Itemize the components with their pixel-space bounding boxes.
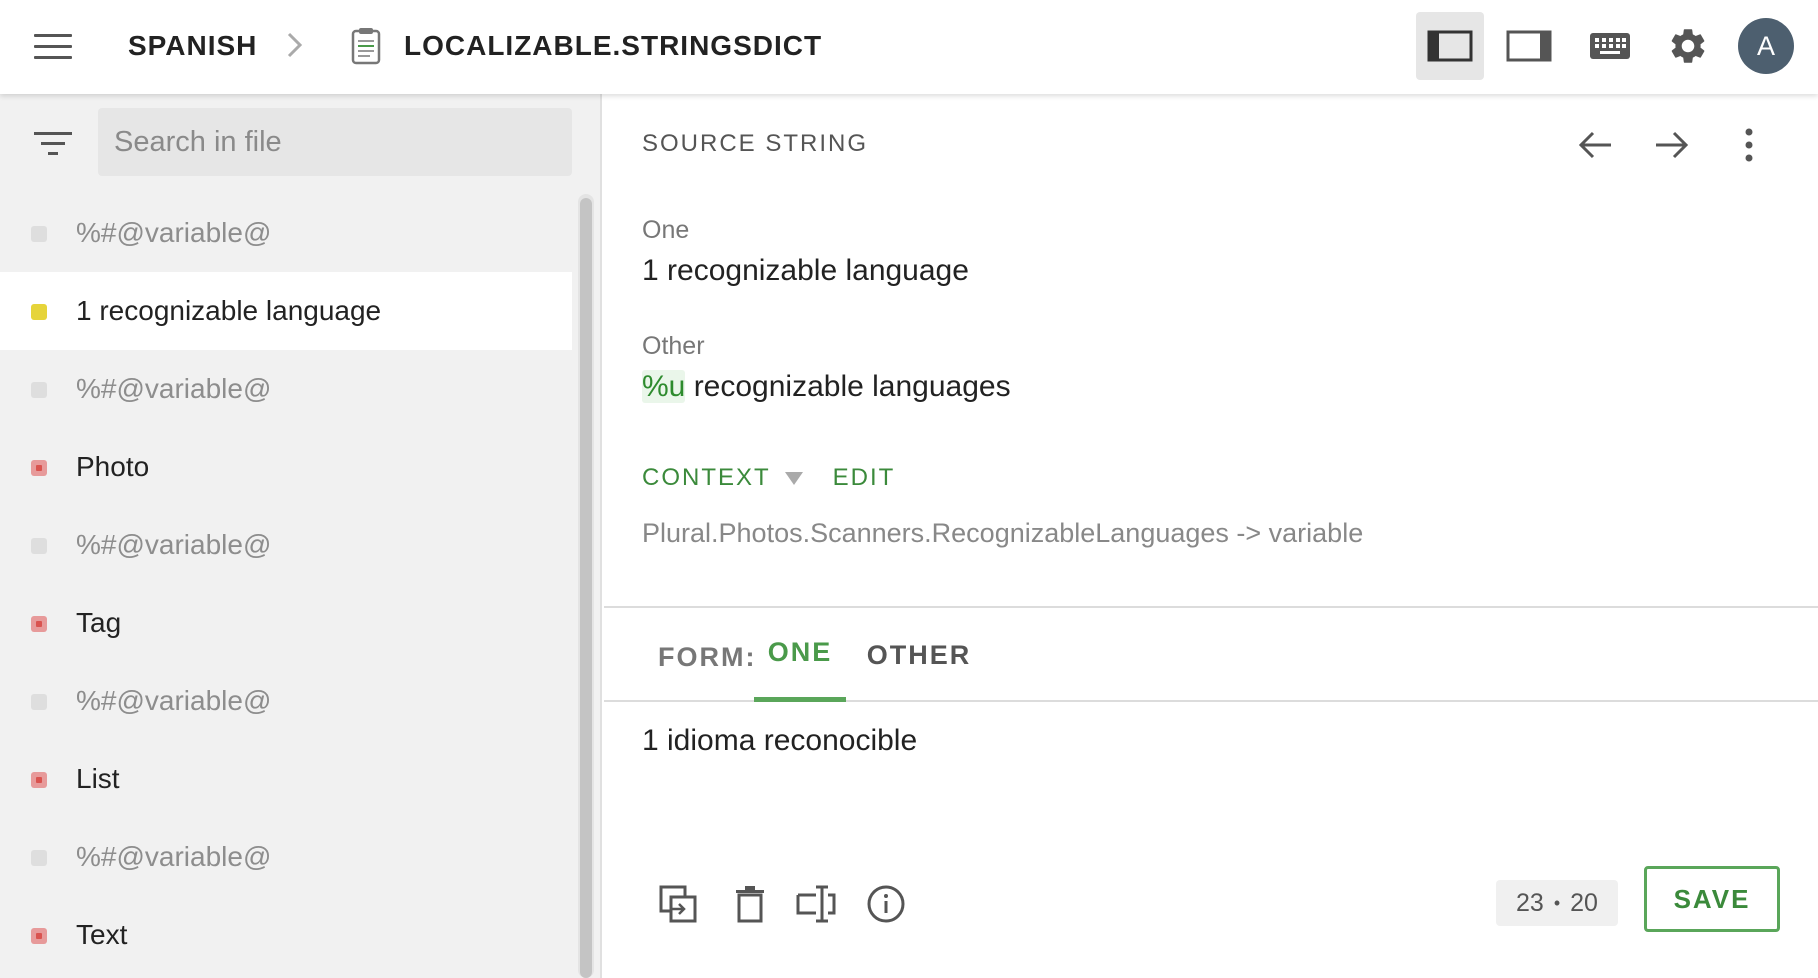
copy-source-icon (659, 885, 697, 923)
caret-down-icon (784, 471, 803, 485)
plural-form-label: Other (642, 332, 705, 360)
save-button[interactable]: SAVE (1644, 866, 1780, 932)
list-item-label: %#@variable@ (76, 373, 272, 404)
tab-other[interactable]: OTHER (858, 608, 980, 702)
search-input[interactable] (98, 108, 572, 176)
insert-placeholder-button[interactable] (788, 876, 844, 932)
status-indicator (31, 226, 47, 242)
more-vertical-icon (1745, 128, 1753, 162)
edit-context-button[interactable]: EDIT (833, 464, 896, 492)
context-text: Plural.Photos.Scanners.RecognizableLangu… (642, 518, 1364, 548)
next-string-button[interactable] (1647, 120, 1697, 170)
source-text-one: 1 recognizable language (642, 254, 969, 287)
layout-left-panel-icon (1427, 30, 1473, 62)
status-indicator (31, 460, 47, 476)
list-item-label: %#@variable@ (76, 841, 272, 872)
delete-translation-button[interactable] (722, 876, 778, 932)
list-item[interactable]: Text (0, 896, 572, 974)
plural-form-label: One (642, 216, 690, 244)
settings-button[interactable] (1654, 12, 1722, 80)
arrow-right-icon (1656, 131, 1689, 159)
list-item-label: %#@variable@ (76, 685, 272, 716)
plural-form-tabs: FORM: ONE OTHER (604, 608, 1818, 702)
list-item-label: %#@variable@ (76, 217, 272, 248)
source-text-other-rest: recognizable languages (685, 370, 1011, 403)
main-panel: SOURCE STRING One 1 recognizable languag… (604, 94, 1818, 978)
context-row: CONTEXT EDIT (642, 464, 895, 492)
source-length: 23 (1516, 888, 1544, 917)
list-item-label: Text (76, 919, 128, 950)
list-item[interactable]: List (0, 740, 572, 818)
list-item-label: Tag (76, 607, 122, 638)
arrow-left-icon (1578, 131, 1611, 159)
list-item[interactable]: %#@variable@ (0, 194, 572, 272)
keyboard-button[interactable] (1576, 12, 1644, 80)
context-toggle[interactable]: CONTEXT (642, 464, 803, 492)
list-item-label: Photo (76, 451, 150, 482)
info-icon (867, 885, 905, 923)
list-item-label: List (76, 763, 120, 794)
source-string-title: SOURCE STRING (642, 130, 869, 157)
status-indicator (31, 538, 47, 554)
gear-icon (1671, 29, 1705, 63)
list-item[interactable]: %#@variable@ (0, 818, 572, 896)
previous-string-button[interactable] (1570, 120, 1620, 170)
placeholder-token[interactable]: %u (642, 370, 686, 403)
string-list: %#@variable@ 1 recognizable language %#@… (0, 194, 572, 974)
status-indicator (31, 850, 47, 866)
keyboard-icon (1590, 33, 1630, 59)
layout-right-panel-icon (1506, 30, 1552, 62)
list-item[interactable]: %#@variable@ (0, 662, 572, 740)
scrollbar-thumb[interactable] (580, 198, 592, 978)
top-bar: SPANISH LOCALIZABLE.STRINGSDICT A (0, 0, 1818, 94)
status-indicator (31, 382, 47, 398)
counter-separator: • (1553, 892, 1561, 913)
form-prefix-label: FORM: (658, 642, 757, 672)
status-indicator (31, 928, 47, 944)
status-indicator (31, 694, 47, 710)
tab-one[interactable]: ONE (754, 608, 846, 702)
layout-left-panel-button[interactable] (1416, 12, 1484, 80)
breadcrumb-language[interactable]: SPANISH (128, 30, 257, 62)
info-button[interactable] (858, 876, 914, 932)
list-item[interactable]: Tag (0, 584, 572, 662)
text-cursor-icon (796, 885, 836, 923)
layout-right-panel-button[interactable] (1495, 12, 1563, 80)
status-indicator (31, 772, 47, 788)
translation-input[interactable] (642, 724, 1742, 758)
translation-length: 20 (1570, 888, 1598, 917)
source-text-other: %u recognizable languages (642, 370, 1011, 404)
trash-icon (736, 886, 764, 923)
avatar[interactable]: A (1738, 18, 1794, 74)
menu-icon[interactable] (34, 31, 72, 63)
context-label: CONTEXT (642, 464, 771, 491)
sidebar: %#@variable@ 1 recognizable language %#@… (0, 94, 602, 978)
character-counter: 23 • 20 (1496, 880, 1618, 926)
status-indicator (31, 616, 47, 632)
list-item[interactable]: Photo (0, 428, 572, 506)
file-icon (350, 26, 382, 71)
list-item[interactable]: %#@variable@ (0, 350, 572, 428)
more-options-button[interactable] (1724, 120, 1774, 170)
status-indicator (31, 304, 47, 320)
scrollbar[interactable] (578, 194, 594, 978)
list-item[interactable]: %#@variable@ (0, 506, 572, 584)
breadcrumb-file: LOCALIZABLE.STRINGSDICT (404, 30, 823, 61)
list-item-label: %#@variable@ (76, 529, 272, 560)
copy-source-button[interactable] (650, 876, 706, 932)
filter-icon[interactable] (34, 130, 72, 163)
list-item[interactable]: 1 recognizable language (0, 272, 572, 350)
chevron-right-icon (285, 30, 305, 65)
list-item-label: 1 recognizable language (76, 295, 382, 326)
